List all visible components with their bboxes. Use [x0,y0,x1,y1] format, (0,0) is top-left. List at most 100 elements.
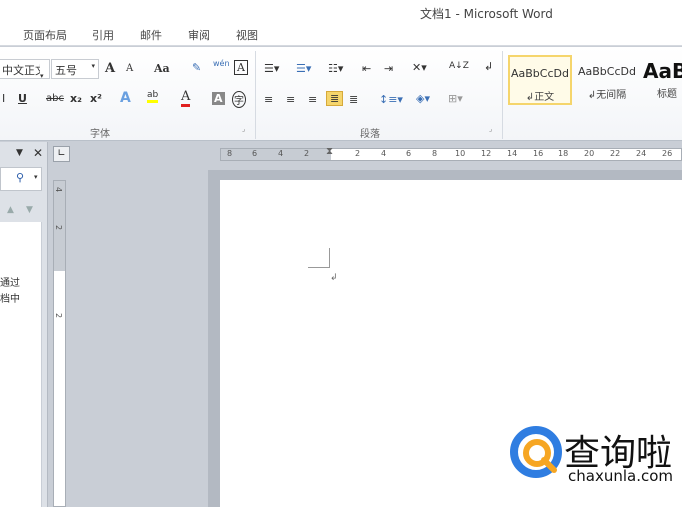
underline-button[interactable]: U [18,92,27,105]
italic-button[interactable]: I [2,92,5,105]
ruler-tick: 18 [558,149,569,158]
ruler-tick: 2 [304,149,310,158]
numbering-icon[interactable]: ☰▾ [296,62,311,75]
previous-icon[interactable]: ▲ [7,205,14,215]
text-effects-button[interactable]: A [120,90,131,106]
tab-mailings[interactable]: 邮件 [140,27,162,43]
paragraph-mark-icon: ↲ [330,273,338,283]
style-name: 无间隔 [596,90,627,101]
divider [255,51,256,139]
ruler-tick: 24 [636,149,647,158]
justify-icon[interactable]: ≣ [326,91,344,106]
paragraph-mark-icon: ↲ [587,90,597,101]
ribbon-tabs: 页面布局 引用 邮件 审阅 视图 [0,24,682,46]
divider [502,51,503,139]
indent-marker-icon[interactable]: ⧗ [326,146,333,157]
search-input[interactable]: ⚲ ▾ [0,167,42,191]
change-case-button[interactable]: Aa [154,62,170,75]
logo-icon [510,426,562,478]
pane-menu-icon[interactable]: ▼ [16,148,23,158]
font-size-value: 五号 [55,64,77,77]
dialog-launcher-icon[interactable]: ⌟ [489,125,492,133]
style-normal[interactable]: AaBbCcDd ↲正文 [508,55,572,105]
search-icon[interactable]: ⚲ [16,171,24,184]
ruler-tick: 2 [355,149,361,158]
style-sample: AaBbCcDd [511,67,569,80]
margin-corner-mark [308,248,330,268]
asian-layout-icon[interactable]: ✕▾ [412,61,427,74]
increase-indent-icon[interactable]: ⇥ [384,62,393,75]
show-marks-icon[interactable]: ↲ [484,60,493,73]
align-center-icon[interactable]: ≡ [286,93,295,106]
grow-font-button[interactable]: A [105,61,115,76]
font-name-select[interactable]: 中文正文▾ [0,59,50,80]
subscript-button[interactable]: x₂ [70,92,82,105]
style-sample: AaB [643,59,682,83]
line-spacing-icon[interactable]: ↕≡▾ [379,93,403,106]
horizontal-ruler[interactable]: 8 6 4 2 ⧗ 2 4 6 8 10 12 14 16 18 20 22 2… [220,146,682,161]
style-heading[interactable]: AaB 标题 [643,55,682,105]
strikethrough-button[interactable]: abc [46,93,64,104]
ruler-tick: 12 [481,149,492,158]
font-size-select[interactable]: 五号 ▾ [51,59,99,79]
style-sample: AaBbCcDd [578,65,636,78]
vertical-ruler[interactable]: 4 2 2 [53,180,66,507]
font-color-button[interactable]: A [181,89,191,107]
logo-url: chaxunla.com [568,467,673,485]
watermark-logo: 查询啦 chaxunla.com [506,420,682,507]
sort-button[interactable]: A↓Z [449,61,469,71]
tab-view[interactable]: 视图 [236,27,258,43]
bullets-icon[interactable]: ☰▾ [264,62,279,75]
ruler-tick: 4 [381,149,387,158]
style-name: 标题 [657,89,677,100]
ruler-tick: 8 [432,149,438,158]
ruler-tick: 4 [278,149,284,158]
tab-references[interactable]: 引用 [92,27,114,43]
ruler-margin [221,149,331,160]
chevron-down-icon: ▾ [91,62,95,70]
ruler-tick: 6 [406,149,412,158]
paragraph-mark-icon: ↲ [525,92,535,103]
chevron-down-icon: ▾ [40,72,44,80]
char-shading-button[interactable]: A [212,92,225,105]
shading-icon[interactable]: ◈▾ [416,92,430,105]
ruler-tick: 10 [455,149,466,158]
window-title: 文档1 - Microsoft Word [420,7,553,21]
distributed-icon[interactable]: ≣ [349,93,358,106]
shrink-font-button[interactable]: A [126,63,133,74]
highlight-button[interactable]: ab [147,90,159,103]
tab-stop-selector[interactable]: ∟ [53,146,70,162]
enclose-char-button[interactable]: 字 [232,91,246,108]
align-left-icon[interactable]: ≡ [264,93,273,106]
paragraph-group-label: 段落 [360,129,380,140]
ruler-tick: 2 [54,312,64,319]
chevron-down-icon[interactable]: ▾ [34,173,38,181]
clear-format-icon[interactable]: ✎ [192,61,201,74]
ruler-tick: 2 [54,224,64,231]
borders-icon[interactable]: ⊞▾ [448,92,463,105]
navigation-results: 通过 档中 [0,222,42,507]
ribbon: 中文正文▾ 五号▾ A A Aa ✎ wén A I U abc x₂ x² A… [0,47,682,141]
nav-text: 通过 [0,278,20,289]
ruler-tick: 8 [227,149,233,158]
ruler-tick: 22 [610,149,621,158]
ruler-tick: 26 [662,149,673,158]
ruler-tick: 14 [507,149,518,158]
tab-page-layout[interactable]: 页面布局 [23,27,67,43]
decrease-indent-icon[interactable]: ⇤ [362,62,371,75]
close-icon[interactable]: ✕ [33,146,43,160]
dialog-launcher-icon[interactable]: ⌟ [242,125,245,133]
align-right-icon[interactable]: ≡ [308,93,317,106]
superscript-button[interactable]: x² [90,92,102,105]
font-name-value: 中文正文 [2,64,40,77]
ruler-tick: 6 [252,149,258,158]
style-no-spacing[interactable]: AaBbCcDd ↲无间隔 [575,55,639,105]
phonetic-guide-button[interactable]: wén [213,59,230,68]
style-name: 正文 [534,92,555,103]
tab-review[interactable]: 审阅 [188,27,210,43]
ruler-tick: 16 [533,149,544,158]
ruler-tick: 20 [584,149,595,158]
next-icon[interactable]: ▼ [26,205,33,215]
multilevel-list-icon[interactable]: ☷▾ [328,62,343,75]
char-border-button[interactable]: A [234,60,248,75]
